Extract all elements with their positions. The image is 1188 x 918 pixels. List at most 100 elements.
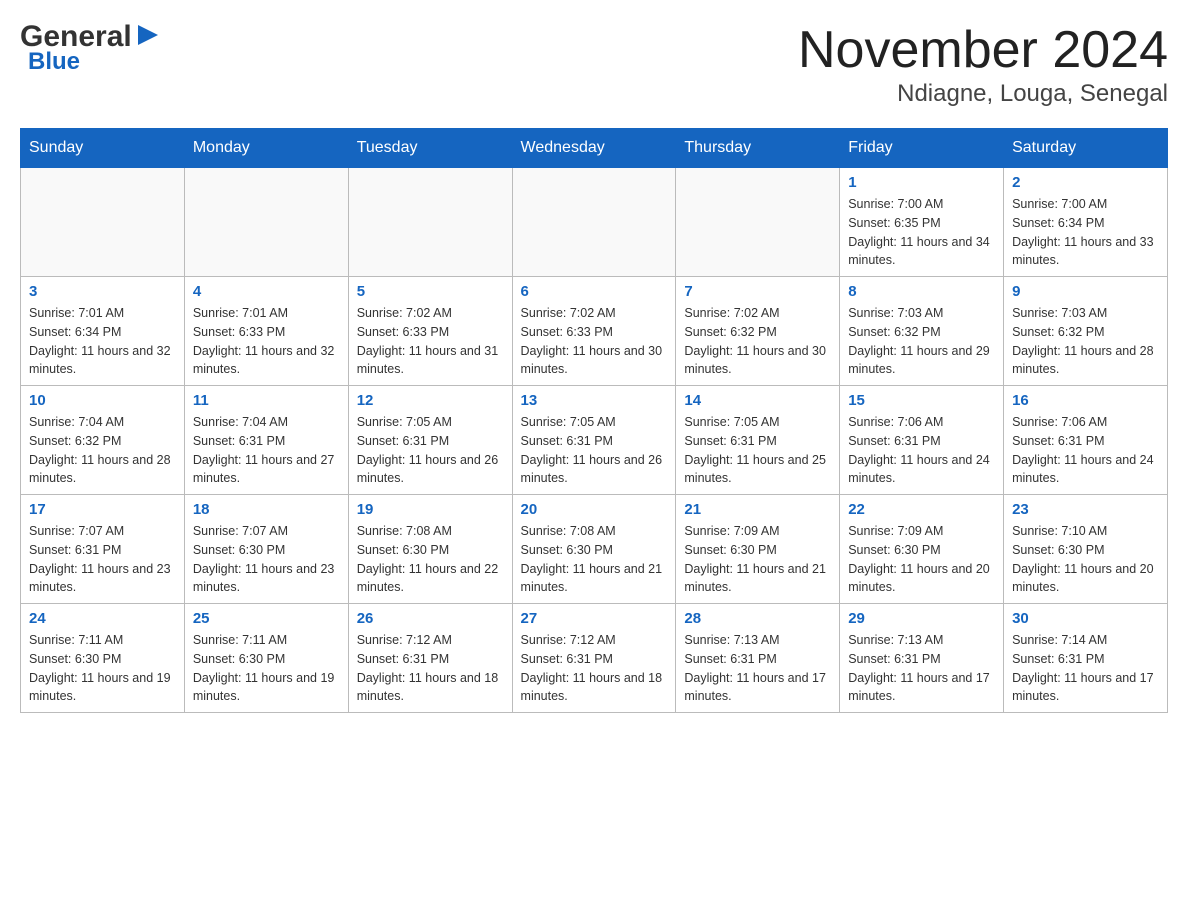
- calendar-cell: 7Sunrise: 7:02 AMSunset: 6:32 PMDaylight…: [676, 277, 840, 386]
- calendar-cell: 27 Sunrise: 7:12 AMSunset: 6:31 PMDayligh…: [512, 604, 676, 713]
- day-info-line: Sunset: 6:31 PM: [1012, 432, 1159, 451]
- day-info-line: Daylight: 11 hours and 32 minutes.: [193, 342, 340, 380]
- day-info-line: Sunrise: 7:13 AM: [684, 631, 831, 650]
- day-number: 12: [357, 392, 504, 409]
- calendar-cell: 20 Sunrise: 7:08 AMSunset: 6:30 PMDayligh…: [512, 495, 676, 604]
- calendar-cell: 19Sunrise: 7:08 AMSunset: 6:30 PMDayligh…: [348, 495, 512, 604]
- logo-arrow-icon: [134, 21, 162, 49]
- day-number: 27: [521, 610, 668, 627]
- day-number: 5: [357, 283, 504, 300]
- day-number: 30: [1012, 610, 1159, 627]
- calendar-cell: 24 Sunrise: 7:11 AMSunset: 6:30 PMDayligh…: [21, 604, 185, 713]
- day-info-line: Daylight: 11 hours and 30 minutes.: [521, 342, 668, 380]
- day-number: 17: [29, 501, 176, 518]
- day-info: Sunrise: 7:05 AMSunset: 6:31 PMDaylight:…: [521, 413, 668, 488]
- day-number: 28: [684, 610, 831, 627]
- calendar-cell: [21, 168, 185, 277]
- calendar-cell: 15 Sunrise: 7:06 AMSunset: 6:31 PMDayligh…: [840, 386, 1004, 495]
- day-info-line: Daylight: 11 hours and 26 minutes.: [357, 451, 504, 489]
- day-info-line: Daylight: 11 hours and 34 minutes.: [848, 233, 995, 271]
- day-info: Sunrise: 7:00 AMSunset: 6:35 PMDaylight:…: [848, 195, 995, 270]
- day-number: 18: [193, 501, 340, 518]
- day-info-line: Daylight: 11 hours and 32 minutes.: [29, 342, 176, 380]
- day-info-line: Sunrise: 7:02 AM: [521, 304, 668, 323]
- day-info: Sunrise: 7:05 AMSunset: 6:31 PMDaylight:…: [357, 413, 504, 488]
- day-info-line: Sunrise: 7:00 AM: [848, 195, 995, 214]
- calendar-cell: 17Sunrise: 7:07 AMSunset: 6:31 PMDayligh…: [21, 495, 185, 604]
- calendar-cell: [348, 168, 512, 277]
- page-header: General Blue November 2024 Ndiagne, Loug…: [20, 20, 1168, 108]
- calendar-cell: 25Sunrise: 7:11 AMSunset: 6:30 PMDayligh…: [184, 604, 348, 713]
- day-info: Sunrise: 7:12 AMSunset: 6:31 PMDaylight:…: [521, 631, 668, 706]
- calendar-cell: 4Sunrise: 7:01 AMSunset: 6:33 PMDaylight…: [184, 277, 348, 386]
- day-info-line: Sunset: 6:33 PM: [521, 323, 668, 342]
- calendar-cell: 16Sunrise: 7:06 AMSunset: 6:31 PMDayligh…: [1004, 386, 1168, 495]
- day-number: 4: [193, 283, 340, 300]
- day-info-line: Sunset: 6:31 PM: [357, 650, 504, 669]
- week-row-5: 24Sunrise: 7:11 AMSunset: 6:30 PMDayligh…: [21, 604, 1168, 713]
- day-info-line: Sunset: 6:30 PM: [193, 650, 340, 669]
- day-number: 3: [29, 283, 176, 300]
- day-info: Sunrise: 7:08 AMSunset: 6:30 PMDaylight:…: [521, 522, 668, 597]
- day-info: Sunrise: 7:02 AMSunset: 6:33 PMDaylight:…: [357, 304, 504, 379]
- day-info: Sunrise: 7:06 AMSunset: 6:31 PMDaylight:…: [848, 413, 995, 488]
- title-block: November 2024 Ndiagne, Louga, Senegal: [798, 20, 1168, 108]
- day-info-line: Daylight: 11 hours and 28 minutes.: [1012, 342, 1159, 380]
- day-info-line: Daylight: 11 hours and 21 minutes.: [521, 560, 668, 598]
- day-number: 20: [521, 501, 668, 518]
- day-info-line: Daylight: 11 hours and 29 minutes.: [848, 342, 995, 380]
- day-number: 9: [1012, 283, 1159, 300]
- day-info-line: Sunset: 6:32 PM: [684, 323, 831, 342]
- calendar-cell: 9Sunrise: 7:03 AMSunset: 6:32 PMDaylight…: [1004, 277, 1168, 386]
- day-info-line: Sunset: 6:31 PM: [848, 650, 995, 669]
- day-info-line: Sunrise: 7:03 AM: [848, 304, 995, 323]
- calendar-cell: 26Sunrise: 7:12 AMSunset: 6:31 PMDayligh…: [348, 604, 512, 713]
- day-info-line: Sunset: 6:31 PM: [521, 650, 668, 669]
- day-info: Sunrise: 7:08 AMSunset: 6:30 PMDaylight:…: [357, 522, 504, 597]
- day-info: Sunrise: 7:11 AMSunset: 6:30 PMDaylight:…: [29, 631, 176, 706]
- day-info-line: Daylight: 11 hours and 23 minutes.: [29, 560, 176, 598]
- calendar-cell: [184, 168, 348, 277]
- day-info-line: Sunset: 6:31 PM: [521, 432, 668, 451]
- day-info-line: Daylight: 11 hours and 17 minutes.: [684, 669, 831, 707]
- calendar-cell: [676, 168, 840, 277]
- calendar-cell: 29Sunrise: 7:13 AMSunset: 6:31 PMDayligh…: [840, 604, 1004, 713]
- day-info-line: Sunrise: 7:05 AM: [357, 413, 504, 432]
- day-number: 13: [521, 392, 668, 409]
- day-info-line: Sunrise: 7:06 AM: [1012, 413, 1159, 432]
- day-info-line: Daylight: 11 hours and 20 minutes.: [848, 560, 995, 598]
- day-info: Sunrise: 7:10 AMSunset: 6:30 PMDaylight:…: [1012, 522, 1159, 597]
- day-info: Sunrise: 7:11 AMSunset: 6:30 PMDaylight:…: [193, 631, 340, 706]
- day-info-line: Sunrise: 7:11 AM: [193, 631, 340, 650]
- day-info: Sunrise: 7:07 AMSunset: 6:30 PMDaylight:…: [193, 522, 340, 597]
- week-row-4: 17Sunrise: 7:07 AMSunset: 6:31 PMDayligh…: [21, 495, 1168, 604]
- day-info: Sunrise: 7:03 AMSunset: 6:32 PMDaylight:…: [848, 304, 995, 379]
- calendar-cell: 1Sunrise: 7:00 AMSunset: 6:35 PMDaylight…: [840, 168, 1004, 277]
- calendar-table: SundayMondayTuesdayWednesdayThursdayFrid…: [20, 128, 1168, 713]
- day-info-line: Sunset: 6:33 PM: [357, 323, 504, 342]
- day-info: Sunrise: 7:02 AMSunset: 6:32 PMDaylight:…: [684, 304, 831, 379]
- day-info: Sunrise: 7:09 AMSunset: 6:30 PMDaylight:…: [848, 522, 995, 597]
- day-info-line: Sunrise: 7:02 AM: [684, 304, 831, 323]
- day-info: Sunrise: 7:04 AMSunset: 6:31 PMDaylight:…: [193, 413, 340, 488]
- calendar-cell: 21Sunrise: 7:09 AMSunset: 6:30 PMDayligh…: [676, 495, 840, 604]
- day-info-line: Daylight: 11 hours and 18 minutes.: [521, 669, 668, 707]
- day-info-line: Daylight: 11 hours and 17 minutes.: [1012, 669, 1159, 707]
- day-info: Sunrise: 7:01 AMSunset: 6:34 PMDaylight:…: [29, 304, 176, 379]
- day-info-line: Sunrise: 7:07 AM: [193, 522, 340, 541]
- day-info-line: Daylight: 11 hours and 26 minutes.: [521, 451, 668, 489]
- day-info-line: Sunrise: 7:05 AM: [521, 413, 668, 432]
- day-info-line: Sunrise: 7:10 AM: [1012, 522, 1159, 541]
- day-info-line: Sunset: 6:31 PM: [848, 432, 995, 451]
- week-row-1: 1Sunrise: 7:00 AMSunset: 6:35 PMDaylight…: [21, 168, 1168, 277]
- day-number: 24: [29, 610, 176, 627]
- day-info-line: Daylight: 11 hours and 22 minutes.: [357, 560, 504, 598]
- day-info-line: Sunset: 6:31 PM: [684, 432, 831, 451]
- day-info-line: Sunrise: 7:02 AM: [357, 304, 504, 323]
- day-info-line: Sunrise: 7:09 AM: [848, 522, 995, 541]
- day-info-line: Sunset: 6:30 PM: [357, 541, 504, 560]
- day-info-line: Sunrise: 7:05 AM: [684, 413, 831, 432]
- day-info-line: Sunrise: 7:09 AM: [684, 522, 831, 541]
- day-number: 15: [848, 392, 995, 409]
- calendar-cell: 13 Sunrise: 7:05 AMSunset: 6:31 PMDayligh…: [512, 386, 676, 495]
